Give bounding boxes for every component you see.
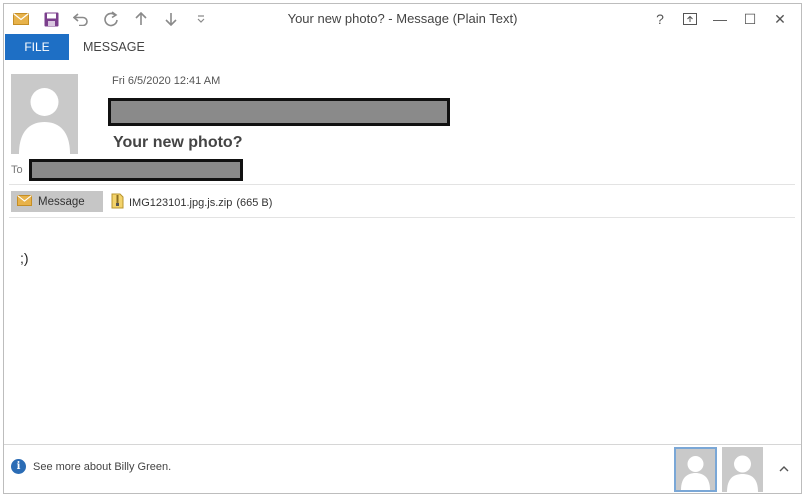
to-label: To [11,164,23,176]
ribbon-tabs: FILE MESSAGE [4,34,801,60]
sender-redaction [108,98,450,126]
recipient-redaction [29,159,243,181]
window-controls: ? — ☐ ✕ [645,8,795,30]
ribbon-display-options-icon[interactable] [675,8,705,30]
sender-avatar[interactable] [11,74,78,154]
people-pane-info[interactable]: i See more about Billy Green. [11,459,171,474]
help-button[interactable]: ? [645,8,675,30]
maximize-button[interactable]: ☐ [735,8,765,30]
people-pane-avatar[interactable] [722,447,763,492]
see-more-link[interactable]: See more about Billy Green. [33,461,171,473]
divider [9,217,795,218]
message-attachment-tab[interactable]: Message [11,191,103,212]
message-window: Your new photo? - Message (Plain Text) ?… [3,3,802,494]
zip-attachment[interactable]: IMG123101.jpg.js.zip (665 B) [111,193,272,212]
envelope-icon [17,194,32,209]
title-bar: Your new photo? - Message (Plain Text) ?… [4,4,801,34]
close-button[interactable]: ✕ [765,8,795,30]
message-subject: Your new photo? [113,134,243,151]
people-pane-divider [4,444,801,445]
sent-date: Fri 6/5/2020 12:41 AM [112,75,221,87]
divider [9,184,795,185]
attachment-size: (665 B) [236,196,273,209]
message-body[interactable]: ;) [20,250,29,266]
tab-file[interactable]: FILE [5,34,69,60]
chevron-up-icon[interactable] [776,460,792,476]
attachment-filename: IMG123101.jpg.js.zip [129,196,233,209]
minimize-button[interactable]: — [705,8,735,30]
message-tab-label: Message [38,195,85,208]
people-pane-avatar-selected[interactable] [674,447,717,492]
zip-file-icon [111,193,124,212]
tab-message[interactable]: MESSAGE [83,40,145,54]
info-icon: i [11,459,26,474]
